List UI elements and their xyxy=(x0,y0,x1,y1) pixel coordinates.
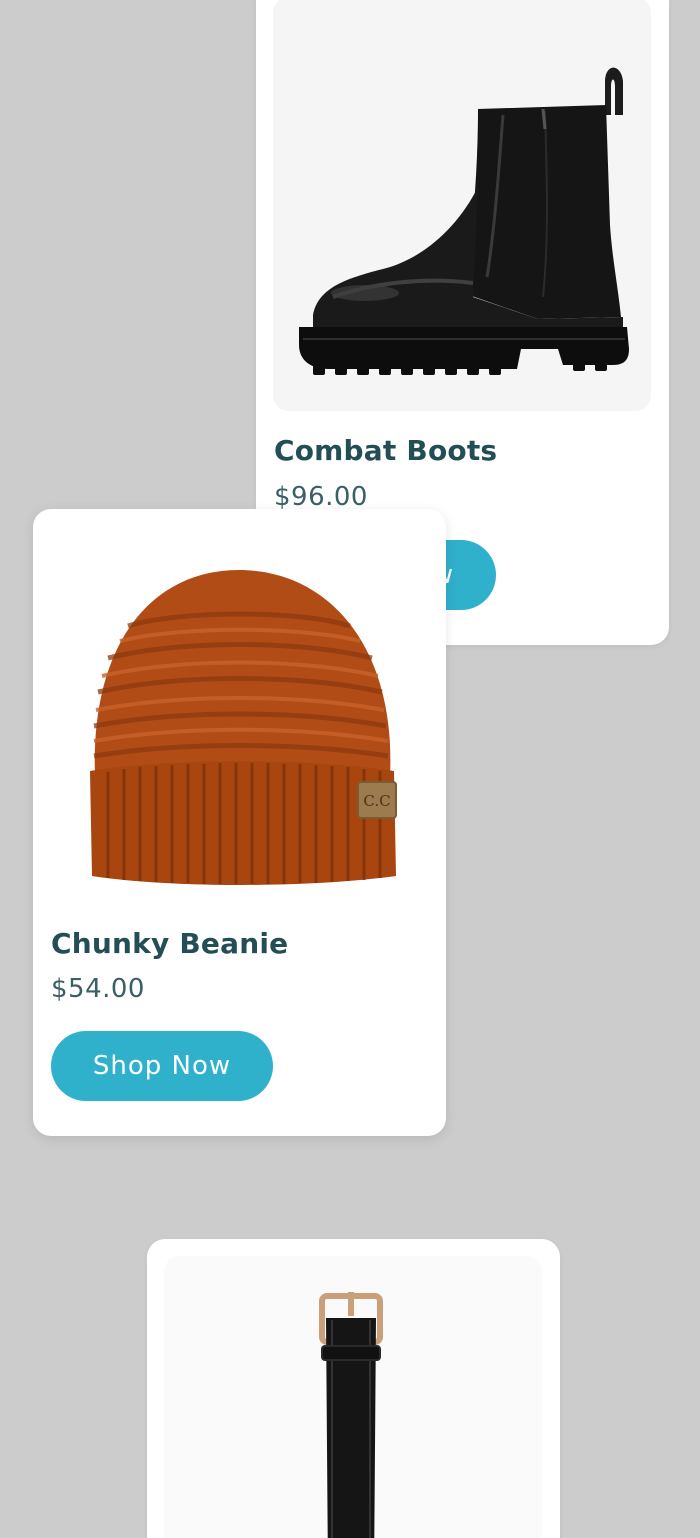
product-price: $54.00 xyxy=(51,974,145,1004)
product-title[interactable]: Chunky Beanie xyxy=(51,927,288,960)
beanie-image: C.C xyxy=(50,526,428,906)
product-price: $96.00 xyxy=(274,482,368,512)
boot-image xyxy=(273,0,651,411)
product-image-watch[interactable] xyxy=(164,1256,542,1538)
svg-text:C.C: C.C xyxy=(363,792,390,810)
watch-image xyxy=(164,1256,542,1538)
shop-now-button[interactable]: Shop Now xyxy=(51,1031,273,1101)
product-title[interactable]: Combat Boots xyxy=(274,434,497,467)
product-card-watch[interactable] xyxy=(147,1239,560,1538)
product-image-combat-boots[interactable] xyxy=(273,0,651,411)
product-feed: Combat Boots $96.00 Shop Now xyxy=(0,0,700,1538)
product-card-chunky-beanie[interactable]: C.C Chunky Beanie $54.00 Shop Now xyxy=(33,509,446,1136)
product-image-chunky-beanie[interactable]: C.C xyxy=(50,526,428,906)
